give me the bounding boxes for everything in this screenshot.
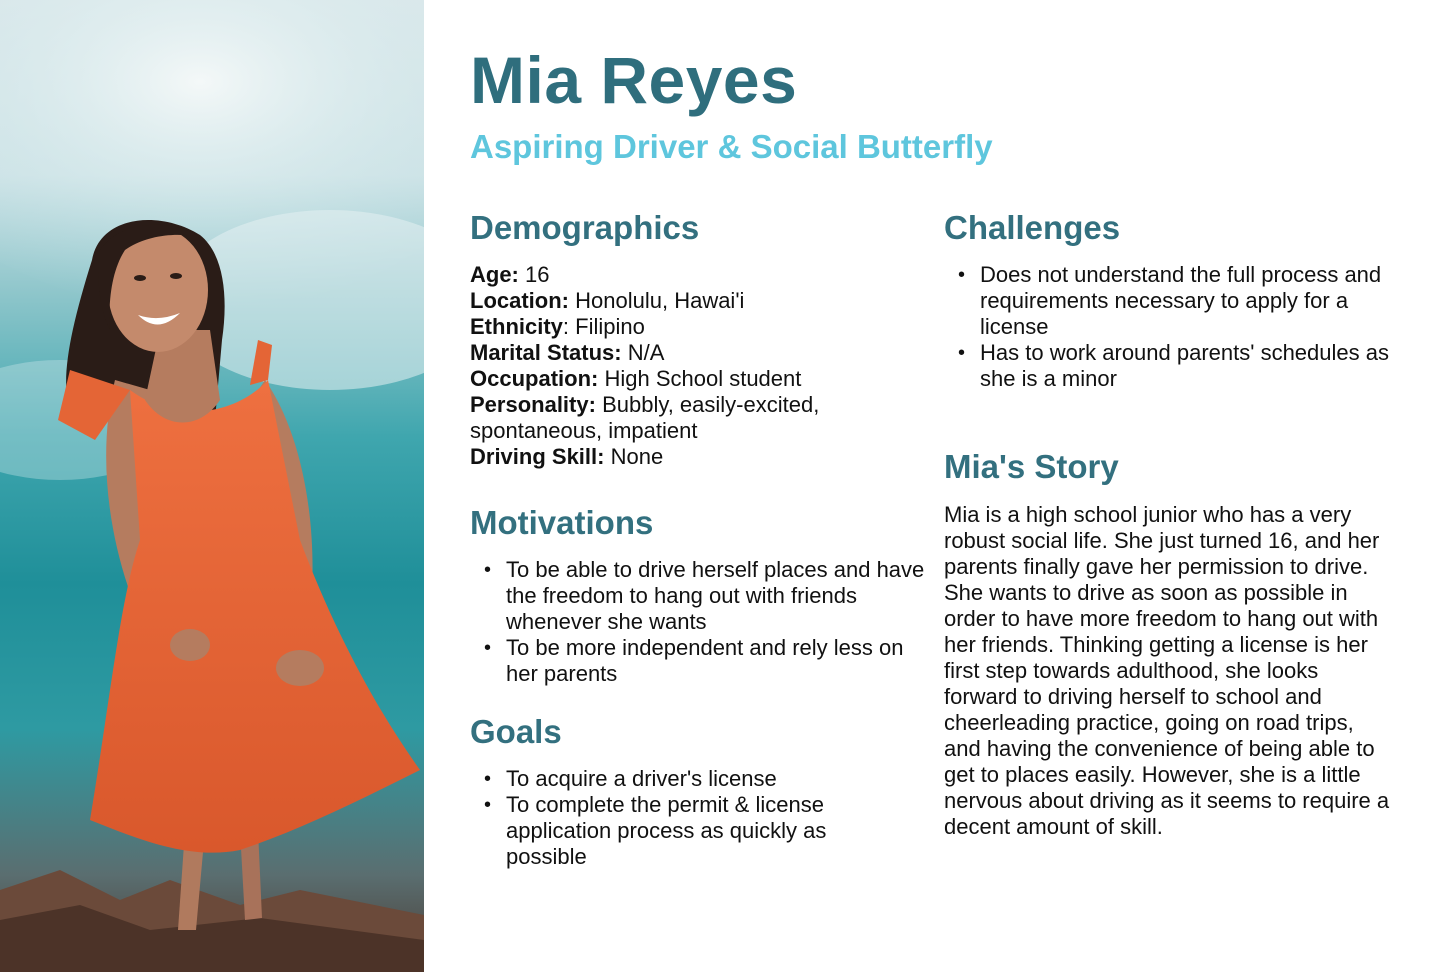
list-item: Has to work around parents' schedules as… — [944, 340, 1394, 392]
location-label: Location: — [470, 288, 569, 313]
challenges-heading: Challenges — [944, 209, 1121, 246]
goals-list: To acquire a driver's license To complet… — [470, 766, 890, 870]
demographics-driving-skill: Driving Skill: None — [470, 444, 910, 470]
list-item: To acquire a driver's license — [470, 766, 890, 792]
demographics-list: Age: 16 Location: Honolulu, Hawai'i Ethn… — [470, 262, 910, 470]
demographics-occupation: Occupation: High School student — [470, 366, 910, 392]
location-value: Honolulu, Hawai'i — [575, 288, 745, 313]
age-label: Age: — [470, 262, 519, 287]
story-text: Mia is a high school junior who has a ve… — [944, 502, 1390, 839]
demographics-heading: Demographics — [470, 209, 700, 246]
story-heading: Mia's Story — [944, 448, 1119, 485]
motivations-list: To be able to drive herself places and h… — [470, 557, 940, 687]
demographics-age: Age: 16 — [470, 262, 910, 288]
ethnicity-label: Ethnicity — [470, 314, 563, 339]
driving-skill-value: None — [610, 444, 664, 469]
age-value: 16 — [525, 262, 550, 287]
ethnicity-value: : Filipino — [562, 314, 645, 339]
persona-name: Mia Reyes — [470, 43, 798, 117]
motivations-heading: Motivations — [470, 504, 654, 541]
marital-status-label: Marital Status: — [470, 340, 622, 365]
list-item: To be more independent and rely less on … — [470, 635, 940, 687]
occupation-value: High School student — [604, 366, 802, 391]
list-item: To be able to drive herself places and h… — [470, 557, 940, 635]
occupation-label: Occupation: — [470, 366, 599, 391]
list-item: To complete the permit & license applica… — [470, 792, 890, 870]
list-item: Does not understand the full process and… — [944, 262, 1394, 340]
goals-heading: Goals — [470, 713, 562, 750]
demographics-ethnicity: Ethnicity: Filipino — [470, 314, 910, 340]
personality-label: Personality: — [470, 392, 596, 417]
demographics-location: Location: Honolulu, Hawai'i — [470, 288, 910, 314]
demographics-personality: Personality: Bubbly, easily-excited, spo… — [470, 392, 910, 444]
demographics-marital-status: Marital Status: N/A — [470, 340, 910, 366]
persona-photo — [0, 0, 424, 972]
marital-status-value: N/A — [627, 340, 665, 365]
persona-photo-illustration — [0, 0, 424, 972]
challenges-list: Does not understand the full process and… — [944, 262, 1394, 392]
persona-tagline: Aspiring Driver & Social Butterfly — [470, 128, 993, 165]
driving-skill-label: Driving Skill: — [470, 444, 605, 469]
